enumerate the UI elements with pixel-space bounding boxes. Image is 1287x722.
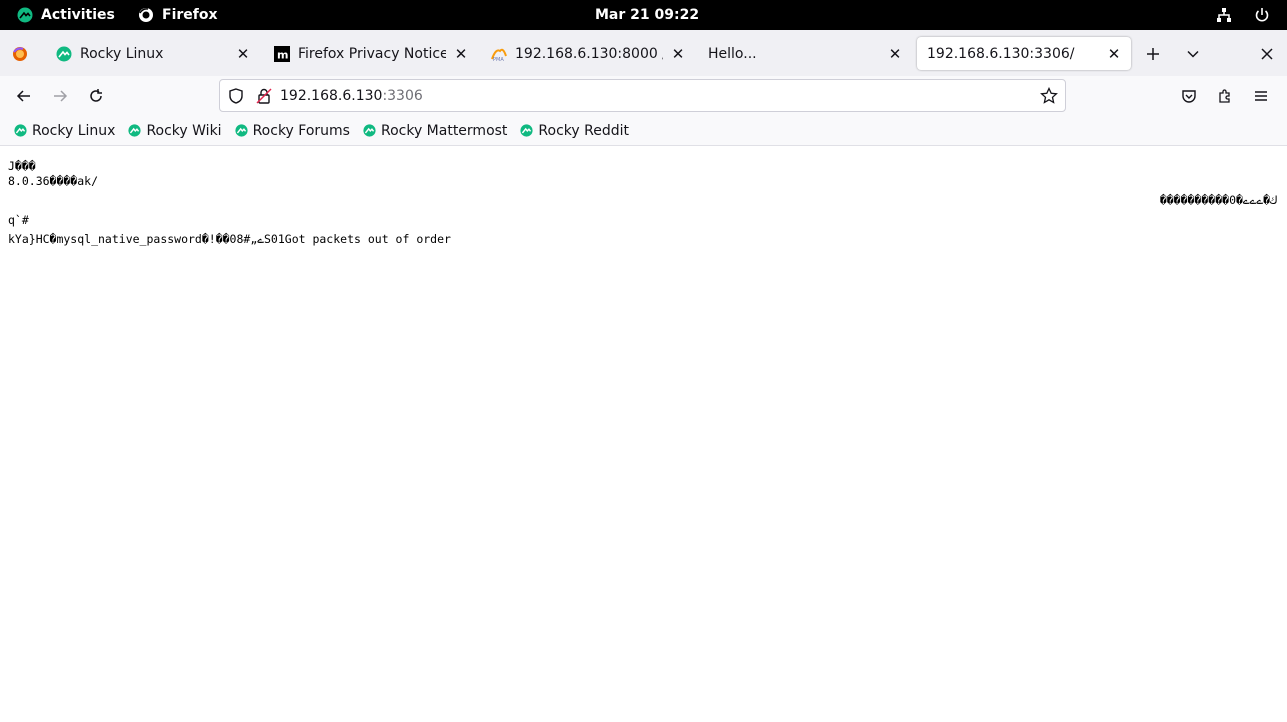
arrow-left-icon [16, 88, 32, 104]
gnome-top-bar: Activities Firefox Mar 21 09:22 [0, 0, 1287, 30]
bookmark-label: Rocky Reddit [538, 123, 629, 139]
tab-firefox-privacy-notice[interactable]: m Firefox Privacy Notice — ✕ [264, 37, 478, 70]
rocky-logo-icon [363, 124, 376, 137]
tab-title: Hello... [708, 46, 880, 62]
rocky-logo-icon [56, 46, 72, 62]
rocky-logo-icon [14, 124, 27, 137]
network-icon[interactable] [1216, 7, 1232, 23]
list-all-tabs-button[interactable] [1177, 37, 1209, 70]
phpmyadmin-icon: PMA [491, 46, 507, 62]
tracking-protection-shield-icon[interactable] [228, 88, 244, 104]
tab-title: 192.168.6.130:3306/ [927, 46, 1099, 62]
bookmark-rocky-wiki[interactable]: Rocky Wiki [128, 123, 221, 139]
tab-rocky-linux[interactable]: Rocky Linux ✕ [46, 37, 260, 70]
insecure-lock-icon[interactable] [256, 88, 272, 104]
bookmark-star-icon[interactable] [1040, 87, 1058, 105]
raw-text-line: q`# [8, 213, 29, 227]
power-icon[interactable] [1254, 7, 1270, 23]
bookmark-rocky-mattermost[interactable]: Rocky Mattermost [363, 123, 507, 139]
firefox-view-icon [12, 46, 28, 62]
system-tray[interactable] [1216, 0, 1270, 30]
bookmark-label: Rocky Linux [32, 123, 115, 139]
pocket-icon [1181, 88, 1197, 104]
mozilla-m-icon: m [274, 46, 290, 62]
pocket-button[interactable] [1174, 81, 1204, 111]
url-bar[interactable]: 192.168.6.130:3306 [219, 79, 1066, 112]
plus-icon [1146, 47, 1160, 61]
puzzle-piece-icon [1217, 88, 1233, 104]
bookmarks-toolbar: Rocky Linux Rocky Wiki Rocky Forums Rock… [0, 116, 1287, 146]
app-menu-hamburger-button[interactable] [1246, 81, 1276, 111]
rocky-logo-icon [520, 124, 533, 137]
bookmark-label: Rocky Mattermost [381, 123, 507, 139]
reload-icon [88, 88, 104, 104]
app-menu-button[interactable]: Firefox [138, 0, 218, 30]
tab-phpmyadmin[interactable]: PMA 192.168.6.130:8000 / db ✕ [481, 37, 695, 70]
clock[interactable]: Mar 21 09:22 [595, 0, 699, 30]
close-icon[interactable]: ✕ [888, 45, 902, 63]
firefox-view-button[interactable] [4, 37, 36, 70]
close-icon[interactable]: ✕ [454, 45, 468, 63]
tab-active-3306[interactable]: 192.168.6.130:3306/ ✕ [917, 37, 1131, 70]
bookmark-label: Rocky Forums [253, 123, 350, 139]
url-port: :3306 [382, 88, 422, 104]
app-label: Firefox [162, 7, 218, 23]
rocky-logo-icon [235, 124, 248, 137]
tab-title: 192.168.6.130:8000 / db [515, 46, 663, 62]
activities-button[interactable]: Activities [17, 0, 115, 30]
raw-text-line: kYa}HC�mysql_native_password�!��08#„ےS… [8, 232, 451, 246]
close-icon [1261, 48, 1273, 60]
url-host: 192.168.6.130 [280, 88, 382, 104]
chevron-down-icon [1186, 47, 1200, 61]
hamburger-menu-icon [1253, 88, 1269, 104]
tab-title: Firefox Privacy Notice — [298, 46, 446, 62]
tab-strip: Rocky Linux ✕ m Firefox Privacy Notice —… [0, 30, 1287, 76]
bookmark-label: Rocky Wiki [146, 123, 221, 139]
new-tab-button[interactable] [1137, 37, 1169, 70]
rocky-logo-icon [128, 124, 141, 137]
raw-text-line: 8.0.36����ak/ [8, 174, 98, 188]
reload-button[interactable] [81, 81, 111, 111]
back-button[interactable] [9, 81, 39, 111]
window-close-button[interactable] [1251, 37, 1283, 70]
raw-text-line: J��� [8, 159, 36, 173]
url-text[interactable]: 192.168.6.130:3306 [280, 88, 423, 104]
close-icon[interactable]: ✕ [1107, 45, 1121, 63]
svg-text:m: m [277, 48, 288, 61]
rocky-logo-icon [17, 7, 33, 23]
bookmark-rocky-reddit[interactable]: Rocky Reddit [520, 123, 629, 139]
tab-hello[interactable]: Hello... ✕ [698, 37, 912, 70]
firefox-icon [138, 7, 154, 23]
svg-text:PMA: PMA [493, 57, 504, 62]
activities-label: Activities [41, 7, 115, 23]
tab-title: Rocky Linux [80, 46, 228, 62]
extensions-button[interactable] [1210, 81, 1240, 111]
page-content: J��� 8.0.36����ak/ ����������ك�ےےے… [0, 147, 1287, 722]
close-icon[interactable]: ✕ [671, 45, 685, 63]
navigation-toolbar: 192.168.6.130:3306 [0, 76, 1287, 116]
forward-button[interactable] [45, 81, 75, 111]
bookmark-rocky-forums[interactable]: Rocky Forums [235, 123, 350, 139]
close-icon[interactable]: ✕ [236, 45, 250, 63]
arrow-right-icon [52, 88, 68, 104]
raw-text-line: ����������ك�ےےے�0 [1160, 193, 1277, 207]
bookmark-rocky-linux[interactable]: Rocky Linux [14, 123, 115, 139]
